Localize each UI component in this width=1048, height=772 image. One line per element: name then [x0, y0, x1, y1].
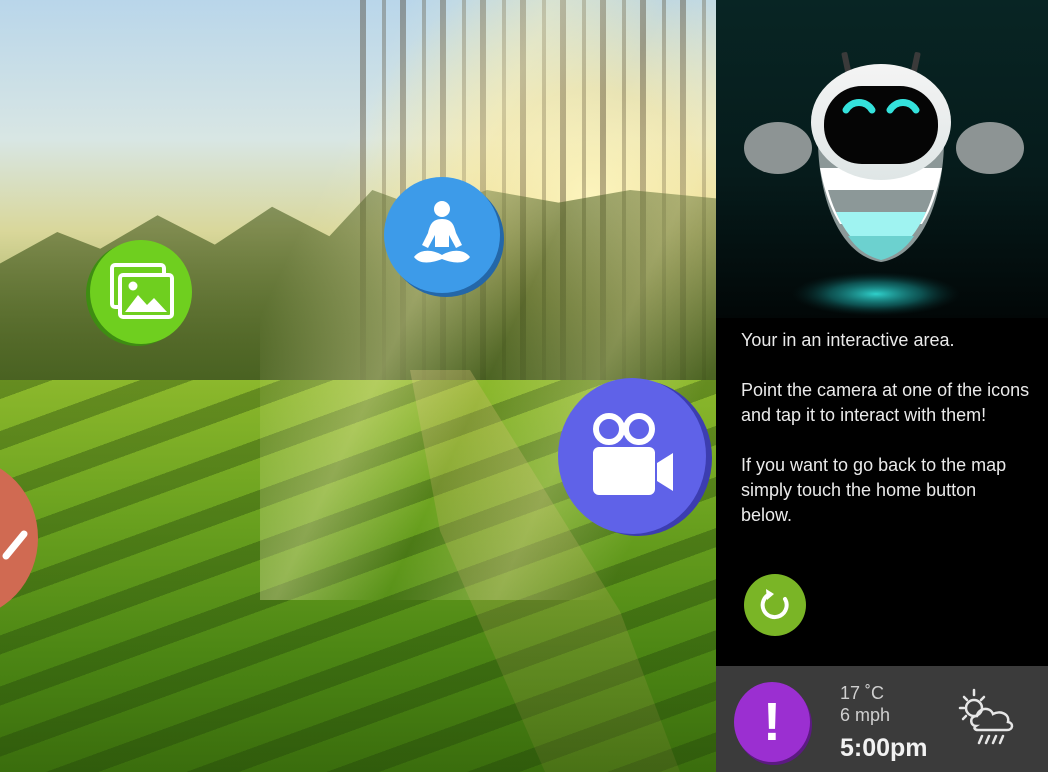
- video-ar-button[interactable]: [558, 378, 706, 534]
- yoga-icon: [414, 201, 470, 263]
- temperature: 17 ˚C: [840, 683, 885, 703]
- wind-speed: 6 mph: [840, 705, 891, 725]
- message-line-1: Your in an interactive area.: [741, 330, 955, 350]
- check-icon: [2, 530, 28, 560]
- ar-camera-view: [0, 0, 716, 772]
- robot-mascot-icon: [744, 52, 1024, 316]
- assistant-panel: Your in an interactive area. Point the c…: [716, 0, 1048, 772]
- current-time: 5:00pm: [840, 734, 928, 762]
- robot-area: [716, 0, 1048, 318]
- alert-button[interactable]: !: [734, 682, 810, 762]
- message-line-3: If you want to go back to the map simply…: [741, 455, 1007, 525]
- weather-info: 17 ˚C 6 mph 5:00pm: [840, 682, 928, 763]
- video-camera-icon: [593, 413, 673, 495]
- meditation-ar-button[interactable]: [384, 177, 500, 293]
- message-line-2: Point the camera at one of the icons and…: [741, 380, 1030, 425]
- assistant-message: Your in an interactive area. Point the c…: [741, 328, 1031, 553]
- exclamation-icon: !: [763, 692, 781, 752]
- home-button[interactable]: [744, 574, 806, 636]
- status-footer: ! 17 ˚C 6 mph 5:00pm: [716, 666, 1048, 772]
- partly-cloudy-rain-icon: [958, 688, 1014, 745]
- refresh-home-icon: [760, 589, 789, 620]
- gallery-ar-button[interactable]: [90, 240, 192, 344]
- image-gallery-icon: [110, 263, 174, 319]
- red-ar-icon-button[interactable]: [0, 458, 38, 618]
